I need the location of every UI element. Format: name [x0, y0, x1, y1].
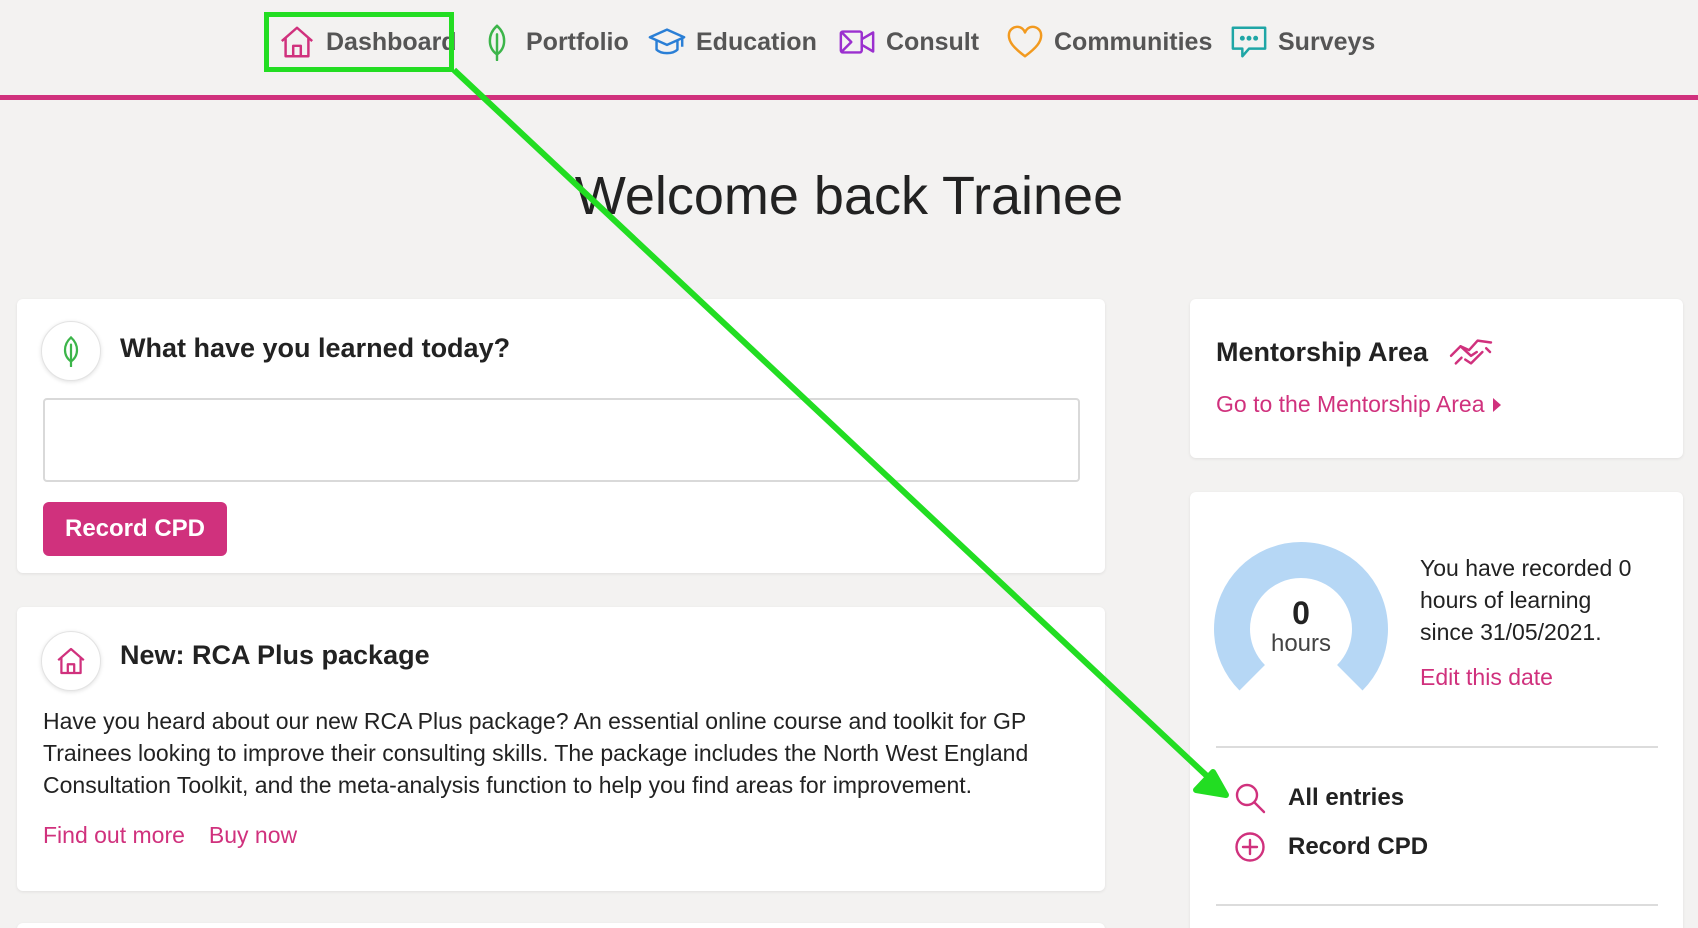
mentorship-link-label: Go to the Mentorship Area [1216, 391, 1485, 417]
dashboard-highlight-box [264, 12, 454, 72]
rca-card-links: Find out more Buy now [43, 822, 297, 849]
nav-item-surveys[interactable]: Surveys [1230, 14, 1375, 70]
chat-bubble-icon [1231, 26, 1267, 58]
record-cpd-action-label: Record CPD [1288, 833, 1429, 860]
caret-right-icon [1492, 397, 1501, 412]
buy-now-link[interactable]: Buy now [209, 822, 297, 849]
mentorship-title: Mentorship Area [1216, 336, 1429, 367]
divider [1216, 904, 1658, 906]
divider [1216, 746, 1658, 748]
learned-card-icon-badge [41, 321, 101, 381]
all-entries-label: All entries [1288, 784, 1405, 811]
find-out-more-link[interactable]: Find out more [43, 822, 185, 849]
leaf-icon [63, 335, 79, 367]
all-entries-action[interactable]: All entries [1234, 782, 1404, 814]
record-cpd-action[interactable]: Record CPD [1234, 831, 1428, 863]
top-navigation: Dashboard Portfolio Education Consult Co… [0, 0, 1698, 100]
rca-card-body: Have you heard about our new RCA Plus pa… [43, 708, 1029, 798]
nav-item-portfolio[interactable]: Portfolio [478, 14, 629, 70]
next-card-edge [17, 923, 1105, 928]
record-cpd-button[interactable]: Record CPD [43, 502, 227, 556]
edit-date-link[interactable]: Edit this date [1420, 664, 1553, 691]
home-icon [57, 647, 85, 675]
nav-item-consult[interactable]: Consult [838, 14, 979, 70]
graduation-cap-icon [648, 28, 686, 55]
hours-value: 0 [1292, 595, 1310, 631]
nav-label-consult: Consult [886, 27, 980, 56]
nav-item-education[interactable]: Education [648, 14, 817, 70]
learned-today-card: What have you learned today? Record CPD [17, 299, 1105, 573]
nav-label-education: Education [696, 27, 817, 56]
search-icon [1235, 783, 1266, 814]
rca-card-icon-badge [41, 631, 101, 691]
handshake-icon [1449, 339, 1493, 365]
rca-plus-card: New: RCA Plus package Have you heard abo… [17, 607, 1105, 891]
plus-circle-icon [1235, 832, 1265, 862]
nav-label-surveys: Surveys [1278, 27, 1376, 56]
video-icon [839, 30, 875, 54]
mentorship-card: Mentorship Area Go to the Mentorship Are… [1190, 299, 1683, 458]
page-title: Welcome back Trainee [574, 166, 1124, 226]
hours-unit: hours [1270, 630, 1332, 657]
go-to-mentorship-link[interactable]: Go to the Mentorship Area [1216, 391, 1501, 418]
learned-today-input[interactable] [43, 398, 1080, 482]
nav-label-communities: Communities [1054, 27, 1213, 56]
heart-icon [1007, 25, 1043, 58]
nav-item-communities[interactable]: Communities [1006, 14, 1212, 70]
mentorship-title-row: Mentorship Area [1216, 333, 1494, 371]
learned-card-title: What have you learned today? [120, 333, 511, 363]
hours-summary-text: You have recorded 0 hours of learning si… [1420, 555, 1632, 645]
nav-label-portfolio: Portfolio [526, 27, 629, 56]
learning-hours-card: 0 hours You have recorded 0 hours of lea… [1190, 492, 1683, 928]
rca-card-title: New: RCA Plus package [120, 640, 430, 670]
leaf-icon [488, 24, 506, 61]
